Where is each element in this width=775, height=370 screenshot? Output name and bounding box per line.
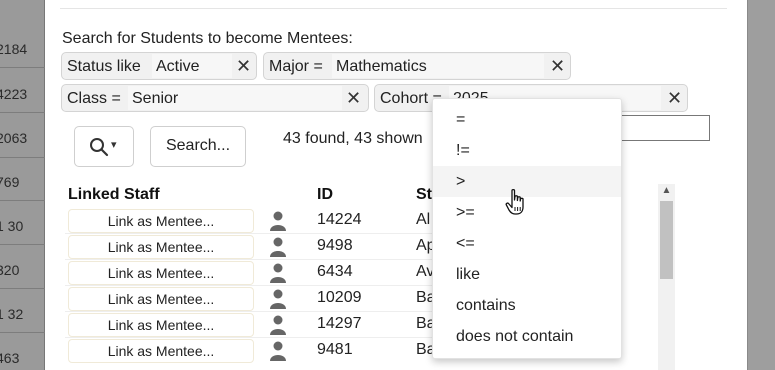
operator-option-contains[interactable]: contains xyxy=(433,290,621,321)
background-number: 769 xyxy=(0,174,20,190)
filter-label: Class = xyxy=(67,90,121,107)
link-as-mentee-button[interactable]: Link as Mentee... xyxy=(68,261,254,285)
link-as-mentee-button[interactable]: Link as Mentee... xyxy=(68,235,254,259)
student-id: 14297 xyxy=(317,315,362,332)
modal-heading: Search for Students to become Mentees: xyxy=(62,30,353,47)
table-row: Link as Mentee... 9498 Ap xyxy=(65,234,473,260)
link-as-mentee-button[interactable]: Link as Mentee... xyxy=(68,313,254,337)
result-count: 43 found, 43 shown xyxy=(283,130,423,147)
link-as-mentee-button[interactable]: Link as Mentee... xyxy=(68,339,254,363)
student-id: 6434 xyxy=(317,263,353,280)
background-row-divider xyxy=(0,200,45,201)
background-number: 320 xyxy=(0,262,20,278)
filter-label: Status like xyxy=(67,58,141,75)
filter-value: Mathematics xyxy=(336,58,427,75)
link-as-mentee-button[interactable]: Link as Mentee... xyxy=(68,209,254,233)
table-row: Link as Mentee... 10209 Ba xyxy=(65,286,473,312)
operator-option-less-or-equal[interactable]: <= xyxy=(433,228,621,259)
remove-filter-icon[interactable]: ✕ xyxy=(346,88,361,109)
background-page-column: 2184 4223 2063 769 1 30 320 1 32 463 xyxy=(0,0,45,370)
operator-option-equals[interactable]: = xyxy=(433,104,621,135)
mentee-search-modal: Search for Students to become Mentees: S… xyxy=(45,0,747,370)
person-icon xyxy=(270,263,286,283)
search-button[interactable]: Search... xyxy=(150,126,246,167)
background-row-divider xyxy=(0,157,45,158)
filter-value: Senior xyxy=(132,90,179,107)
background-number: 1 32 xyxy=(0,306,24,322)
table-row: Link as Mentee... 14224 Al xyxy=(65,208,473,234)
table-row: Link as Mentee... 9481 Ba xyxy=(65,338,473,364)
person-icon xyxy=(270,315,286,335)
student-id: 9498 xyxy=(317,237,353,254)
operator-dropdown-menu: = != > >= <= like contains does not cont… xyxy=(432,98,622,359)
student-id: 10209 xyxy=(317,289,362,306)
search-options-button[interactable]: ▾ xyxy=(74,126,134,167)
hand-pointer-icon xyxy=(505,188,524,215)
student-id: 9481 xyxy=(317,341,353,358)
table-row: Link as Mentee... 14297 Ba xyxy=(65,312,473,338)
background-row-divider xyxy=(0,244,45,245)
person-icon xyxy=(270,289,286,309)
operator-option-like[interactable]: like xyxy=(433,259,621,290)
table-scrollbar[interactable]: ▲ xyxy=(658,184,675,370)
link-as-mentee-button[interactable]: Link as Mentee... xyxy=(68,287,254,311)
filter-chip-status[interactable]: Status like Active ✕ xyxy=(61,52,257,80)
person-icon xyxy=(270,341,286,361)
operator-option-not-equals[interactable]: != xyxy=(433,135,621,166)
table-row: Link as Mentee... 6434 Av xyxy=(65,260,473,286)
filter-value: Active xyxy=(156,58,200,75)
modal-top-divider xyxy=(60,8,727,9)
search-icon xyxy=(89,137,109,162)
background-row-divider xyxy=(0,288,45,289)
background-row-divider xyxy=(0,332,45,333)
filter-chip-major[interactable]: Major = Mathematics ✕ xyxy=(263,52,571,80)
student-id: 14224 xyxy=(317,211,362,228)
filter-chip-class[interactable]: Class = Senior ✕ xyxy=(61,84,369,112)
person-icon xyxy=(270,211,286,231)
remove-filter-icon[interactable]: ✕ xyxy=(667,88,682,109)
filter-label: Major = xyxy=(269,58,323,75)
column-header-status[interactable]: St xyxy=(416,186,432,204)
background-number: 4223 xyxy=(0,86,28,102)
remove-filter-icon[interactable]: ✕ xyxy=(550,56,565,77)
column-header-linked-staff[interactable]: Linked Staff xyxy=(68,186,160,204)
column-header-id[interactable]: ID xyxy=(317,186,333,204)
background-number: 2063 xyxy=(0,130,28,146)
remove-filter-icon[interactable]: ✕ xyxy=(236,56,251,77)
background-row-divider xyxy=(0,112,45,113)
scroll-up-arrow-icon[interactable]: ▲ xyxy=(658,184,675,198)
background-number: 463 xyxy=(0,350,20,366)
background-row-divider xyxy=(0,67,45,68)
chevron-down-icon: ▾ xyxy=(111,139,117,151)
background-page-right-edge xyxy=(747,0,775,370)
filter-value-input[interactable] xyxy=(619,115,710,141)
background-number: 1 30 xyxy=(0,218,24,234)
operator-option-does-not-contain[interactable]: does not contain xyxy=(433,321,621,352)
person-icon xyxy=(270,237,286,257)
scrollbar-thumb[interactable] xyxy=(660,201,673,279)
background-number: 2184 xyxy=(0,41,28,57)
